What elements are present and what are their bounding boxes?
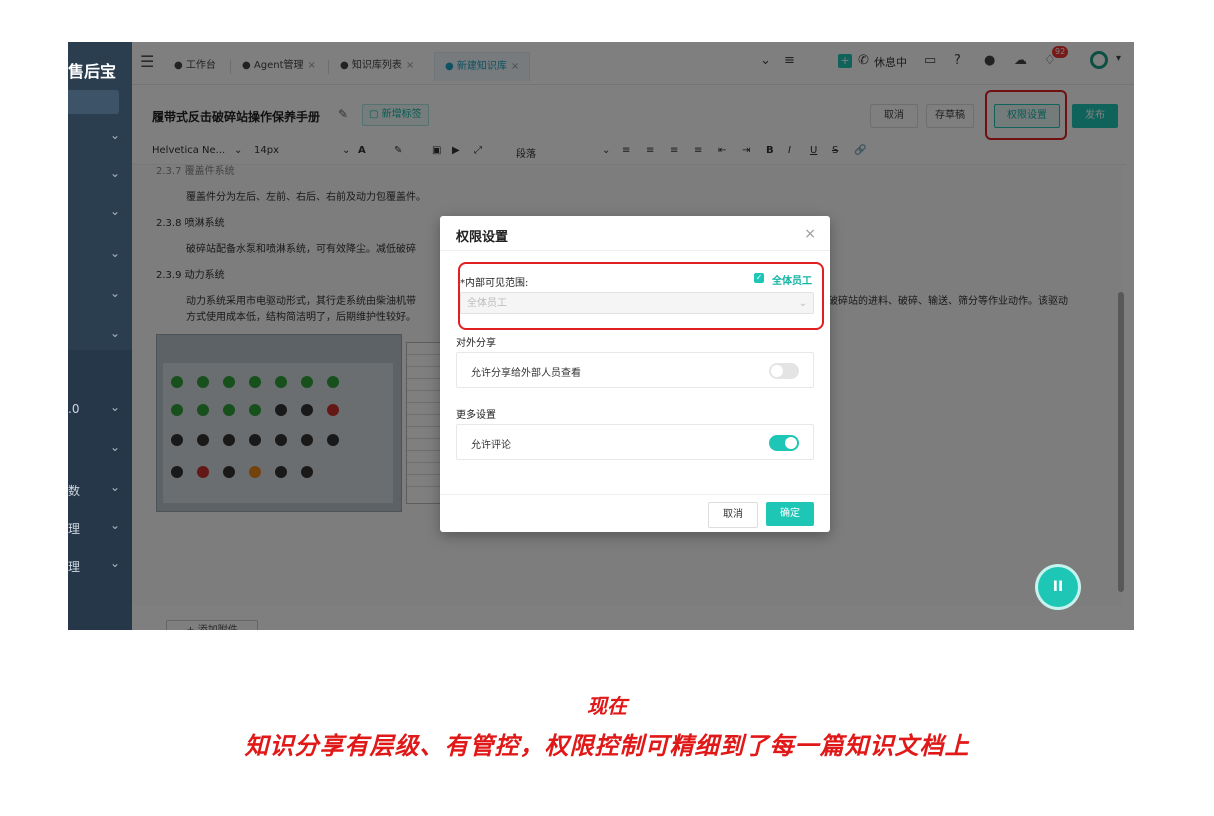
external-share-option: 允许分享给外部人员查看 [456, 352, 814, 388]
modal-cancel-button[interactable]: 取消 [708, 502, 758, 528]
chevron-down-icon: ⌄ [109, 166, 120, 180]
sidebar-item-11[interactable]: 理 ⌄ [68, 554, 132, 578]
sidebar-item-5[interactable]: ⌄ [68, 284, 132, 308]
sidebar-item-6[interactable]: ⌄ [68, 324, 132, 348]
chevron-down-icon: ⌄ [109, 246, 120, 260]
chevron-down-icon: ⌄ [109, 286, 120, 300]
sidebar-item-7[interactable]: .0 ⌄ [68, 398, 132, 422]
sidebar: 售后宝 ⌄ ⌄ ⌄ ⌄ ⌄ ⌄ .0 ⌄ ⌄ 数 ⌄ 理 ⌄ 理 ⌄ [68, 42, 132, 630]
modal-title: 权限设置 [456, 230, 509, 245]
sidebar-item-9[interactable]: 数 ⌄ [68, 478, 132, 502]
caption-line-2: 知识分享有层级、有管控，权限控制可精细到了每一篇知识文档上 [244, 732, 970, 760]
divider [440, 494, 830, 495]
chevron-down-icon: ⌄ [109, 400, 120, 414]
chevron-down-icon: ⌄ [109, 326, 120, 340]
chevron-down-icon: ⌄ [109, 204, 120, 218]
external-share-toggle[interactable] [769, 363, 799, 379]
external-share-label: 对外分享 [456, 338, 496, 349]
pause-button[interactable]: II [1038, 567, 1078, 607]
chevron-down-icon: ⌄ [109, 556, 120, 570]
sidebar-active-item[interactable] [68, 90, 119, 114]
chevron-down-icon: ⌄ [109, 128, 120, 142]
sidebar-item-3[interactable]: ⌄ [68, 202, 132, 226]
caption-line-1: 现在 [587, 694, 627, 718]
chevron-down-icon: ⌄ [109, 480, 120, 494]
sidebar-item-1[interactable]: ⌄ [68, 126, 132, 150]
sidebar-item-2[interactable]: ⌄ [68, 164, 132, 188]
divider [440, 250, 830, 251]
chevron-down-icon: ⌄ [109, 518, 120, 532]
sidebar-item-10[interactable]: 理 ⌄ [68, 516, 132, 540]
chevron-down-icon: ⌄ [109, 440, 120, 454]
modal-confirm-button[interactable]: 确定 [766, 502, 814, 526]
app-logo: 售后宝 [68, 62, 117, 81]
comment-text: 允许评论 [471, 440, 511, 451]
app-screenshot: 售后宝 ⌄ ⌄ ⌄ ⌄ ⌄ ⌄ .0⌄ ⌄ 数⌄ 理⌄ 理⌄ ☰ ● 工作台 ●… [68, 42, 1134, 630]
close-icon[interactable]: × [804, 226, 816, 242]
sidebar-item-8[interactable]: ⌄ [68, 438, 132, 462]
comment-option: 允许评论 [456, 424, 814, 460]
permission-modal: 权限设置 × *内部可见范围: ✓ 全体员工 全体员工 ⌄ 对外分享 允许分享给… [440, 216, 830, 532]
highlight-visible-scope [458, 262, 824, 330]
external-share-text: 允许分享给外部人员查看 [471, 368, 581, 379]
allow-comment-toggle[interactable] [769, 435, 799, 451]
more-settings-label: 更多设置 [456, 410, 496, 421]
sidebar-item-4[interactable]: ⌄ [68, 244, 132, 268]
